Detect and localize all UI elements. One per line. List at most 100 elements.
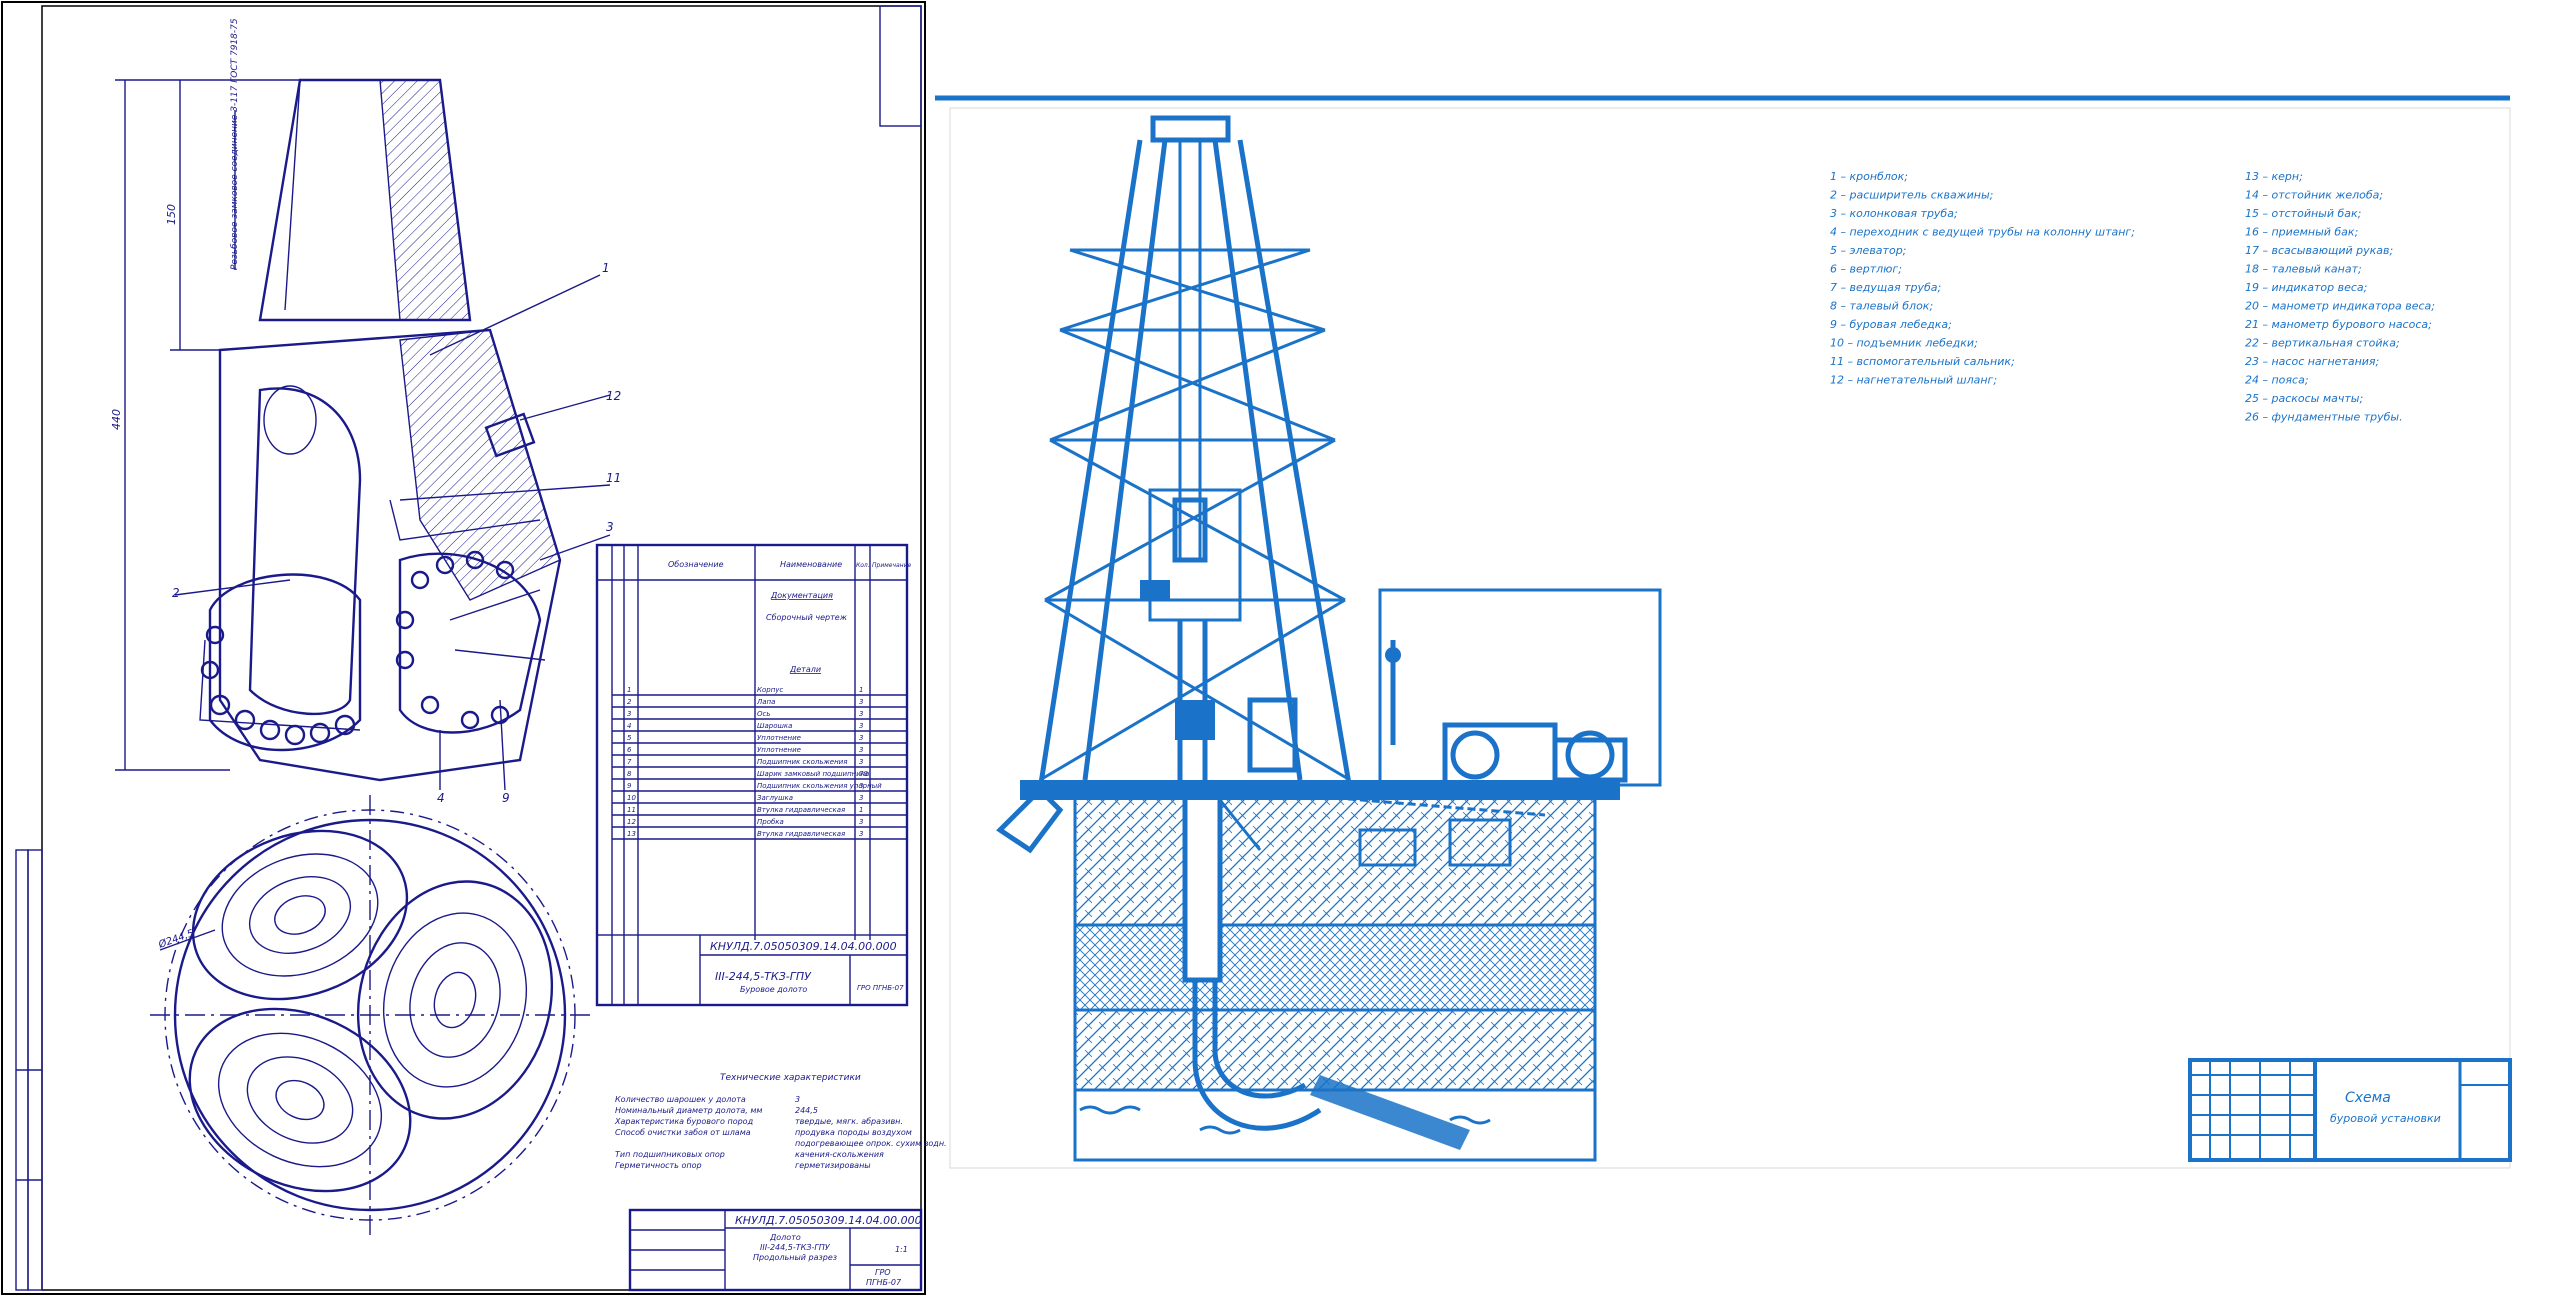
dim-440: 440 [110, 409, 123, 430]
spec-row-pos: 7 [627, 758, 632, 766]
legend: 1 – кронблок; 2 – расширитель скважины; 3 … [1830, 170, 2435, 424]
callout-12: 12 [606, 389, 621, 403]
legend-item: 6 – вертлюг; [1830, 263, 1902, 276]
spec-row-pos: 10 [627, 794, 636, 802]
spec-header-qty: Кол. [856, 562, 870, 569]
spec-table: Обозначение Наименование Кол. Примечание… [595, 543, 911, 1007]
callout-11: 11 [606, 471, 621, 485]
tech-characteristics: Технические характеристики Количество ша… [614, 1073, 947, 1170]
char-label: Номинальный диаметр долота, мм [615, 1106, 762, 1115]
spec-row-name: Подшипник скольжения [757, 758, 847, 766]
dim-150: 150 [165, 204, 178, 225]
legend-item: 3 – колонковая труба; [1830, 207, 1958, 220]
ground-layers [1060, 790, 1600, 1162]
char-value: герметизированы [795, 1161, 871, 1170]
stamp-scale: 1:1 [895, 1245, 908, 1254]
bit-callouts: 1 2 3 4 9 11 12 [172, 261, 621, 805]
legend-item: 8 – талевый блок; [1830, 300, 1933, 313]
char-label: Характеристика бурового пород [614, 1117, 754, 1126]
left-sheet-frame [1, 1, 926, 1295]
spec-row-pos: 11 [627, 806, 636, 814]
spec-row-name: Лапа [756, 698, 775, 706]
legend-item: 20 – манометр индикатора веса; [2245, 300, 2435, 313]
callout-1: 1 [602, 261, 610, 275]
spec-doc-item: Сборочный чертеж [766, 613, 848, 622]
drawing-canvas: 150 440 Резьбовое замковое соединение З-… [1, 1, 2512, 1295]
legend-item: 23 – насос нагнетания; [2245, 355, 2379, 368]
char-value: продувка породы воздухом [795, 1128, 912, 1137]
spec-row-pos: 2 [627, 698, 632, 706]
spec-row-qty: 1 [859, 686, 863, 694]
char-rows: Количество шарошек у долота 3 Номинальный … [614, 1095, 947, 1170]
legend-item: 12 – нагнетательный шланг; [1830, 374, 1997, 387]
stamp-org-2: ПГНБ-07 [866, 1278, 902, 1287]
char-value: твердые, мягк. абразивн. [795, 1117, 903, 1126]
spec-row-pos: 13 [627, 830, 636, 838]
spec-row-qty: 3 [859, 818, 863, 826]
legend-right: 13 – керн; 14 – отстойник желоба; 15 – отс… [2245, 170, 2435, 424]
spec-row-qty: 3 [859, 758, 863, 766]
char-value: 3 [795, 1095, 800, 1104]
spec-stamp-code: КНУЛД.7.05050309.14.04.00.000 [710, 940, 897, 953]
char-label: Герметичность опор [615, 1161, 702, 1170]
left-margin-columns [15, 849, 43, 1291]
spec-row-qty: 3 [859, 746, 863, 754]
spec-row-name: Заглушка [757, 794, 793, 802]
spec-header-designation: Обозначение [668, 560, 724, 569]
spec-row-name: Втулка гидравлическая [757, 830, 845, 838]
spec-row-name: Шарик замковый подшипника [757, 770, 869, 778]
legend-left: 1 – кронблок; 2 – расширитель скважины; 3 … [1830, 170, 2135, 387]
spec-row-name: Ось [757, 710, 770, 718]
spec-row-pos: 12 [627, 818, 636, 826]
bit-bottom-view: Ø244,5 [150, 795, 590, 1235]
stamp-title-2: III-244,5-ТКЗ-ГПУ [760, 1243, 831, 1252]
spec-row-name: Корпус [757, 686, 783, 694]
legend-item: 16 – приемный бак; [2245, 226, 2358, 239]
legend-item: 13 – керн; [2245, 170, 2303, 183]
stamp-code: КНУЛД.7.05050309.14.04.00.000 [735, 1214, 922, 1227]
char-label: Количество шарошек у долота [615, 1095, 746, 1104]
right-stamp-title-1: Схема [2345, 1090, 2391, 1106]
legend-item: 17 – всасывающий рукав; [2245, 244, 2393, 257]
drill-bit-section [199, 78, 562, 782]
left-main-stamp: КНУЛД.7.05050309.14.04.00.000 Долото III… [628, 1208, 923, 1292]
legend-item: 19 – индикатор веса; [2245, 281, 2367, 294]
spec-header-name: Наименование [780, 560, 842, 569]
spec-row-qty: 3 [859, 722, 863, 730]
char-title: Технические характеристики [720, 1073, 861, 1083]
left-sheet-inner-frame [41, 5, 922, 1291]
spec-header-note: Примечание [872, 562, 911, 569]
legend-item: 26 – фундаментные трубы. [2245, 411, 2403, 424]
spec-rows: 1 Корпус 12 Лапа 33 Ось 34 Шарошка 35 Уплотнение 3… [612, 686, 907, 840]
spec-row-qty: 3 [859, 710, 863, 718]
spec-row-qty: 78 [859, 770, 868, 778]
spec-row-pos: 8 [627, 770, 632, 778]
char-label: Способ очистки забоя от шлама [615, 1128, 751, 1137]
rotated-code-box [879, 5, 922, 127]
spec-row-name: Пробка [757, 818, 784, 826]
legend-item: 22 – вертикальная стойка; [2245, 337, 2400, 350]
dimension-lines: 150 440 Резьбовое замковое соединение З-… [110, 18, 300, 771]
char-label: Тип подшипниковых опор [615, 1150, 725, 1159]
legend-item: 24 – пояса; [2245, 374, 2309, 387]
legend-item: 5 – элеватор; [1830, 244, 1906, 257]
spec-row-pos: 3 [627, 710, 631, 718]
legend-item: 11 – вспомогательный сальник; [1830, 355, 2015, 368]
legend-item: 9 – буровая лебедка; [1830, 318, 1952, 331]
legend-item: 25 – раскосы мачты; [2245, 392, 2363, 405]
derrick [1037, 115, 1353, 791]
callout-4: 4 [437, 791, 445, 805]
right-stamp-title-2: буровой установки [2330, 1112, 2441, 1125]
stamp-org-1: ГРО [875, 1268, 891, 1277]
spec-row-name: Втулка гидравлическая [757, 806, 845, 814]
legend-item: 4 – переходник с ведущей трубы на колонн… [1830, 226, 2135, 239]
callout-9: 9 [502, 791, 510, 805]
stamp-title-3: Продольный разрез [753, 1253, 837, 1262]
right-main-stamp: Схема буровой установки [2188, 1058, 2512, 1162]
spec-row-pos: 1 [627, 686, 631, 694]
spec-row-pos: 4 [627, 722, 631, 730]
stamp-title-1: Долото [769, 1233, 801, 1242]
legend-item: 15 – отстойный бак; [2245, 207, 2361, 220]
spec-row-qty: 3 [859, 830, 863, 838]
char-value: качения-скольжения [795, 1150, 884, 1159]
